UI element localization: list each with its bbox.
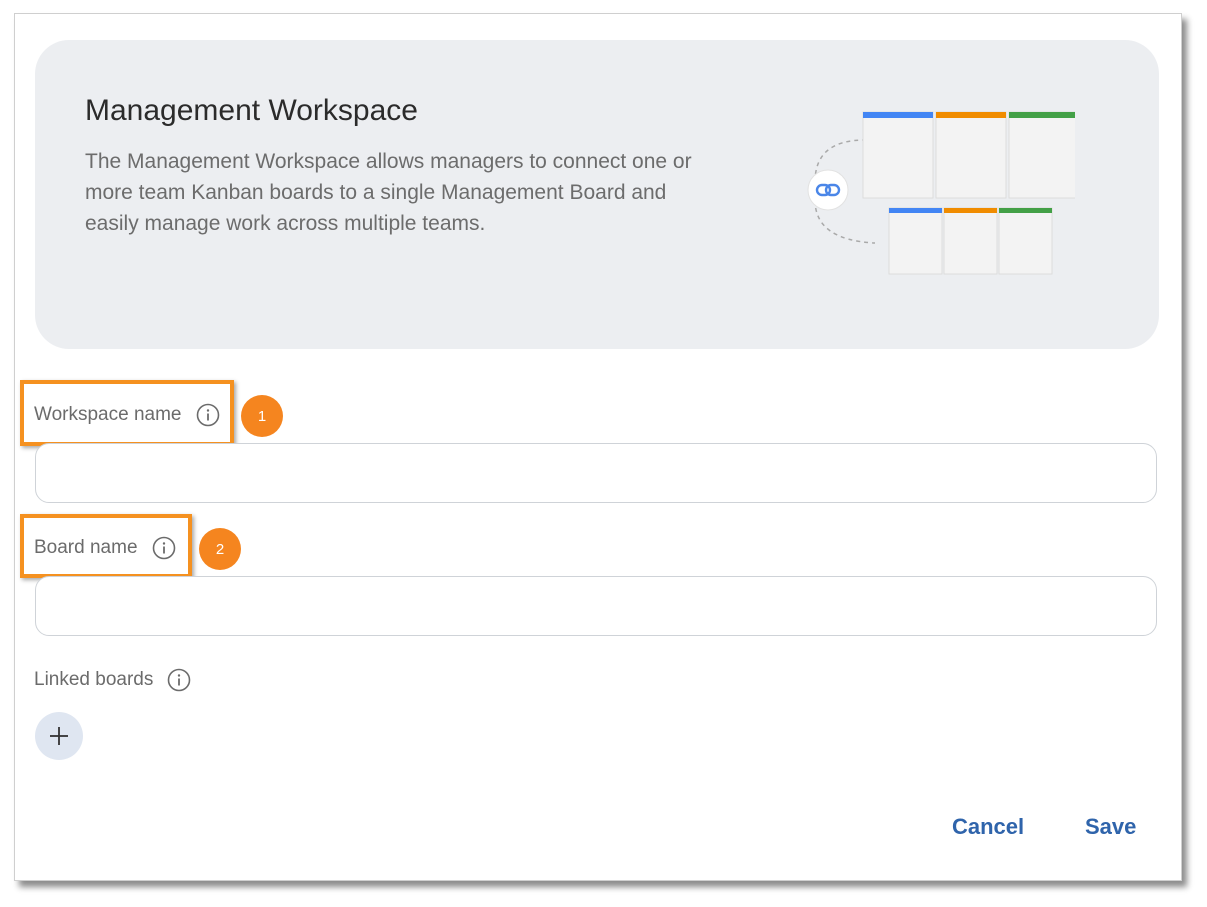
intro-banner: Management Workspace The Management Work…	[35, 40, 1159, 349]
step-marker-2: 2	[199, 528, 241, 570]
linked-boards-label: Linked boards	[34, 669, 154, 690]
board-name-label: Board name	[34, 537, 138, 558]
management-workspace-dialog: Management Workspace The Management Work…	[14, 13, 1182, 881]
info-icon[interactable]	[167, 668, 191, 692]
linked-boards-label-row: Linked boards	[34, 668, 191, 692]
board-name-label-row: Board name	[34, 536, 176, 560]
add-linked-board-button[interactable]	[35, 712, 83, 760]
info-icon[interactable]	[152, 536, 176, 560]
step-marker-1: 1	[241, 395, 283, 437]
kanban-illustration	[807, 111, 1075, 275]
banner-title: Management Workspace	[85, 94, 418, 127]
plus-icon	[50, 727, 68, 745]
management-board-graphic	[862, 111, 1075, 199]
board-name-input[interactable]	[35, 576, 1157, 636]
cancel-button[interactable]: Cancel	[952, 814, 1024, 840]
link-icon	[807, 169, 849, 211]
info-icon[interactable]	[196, 403, 220, 427]
workspace-name-label: Workspace name	[34, 404, 182, 425]
workspace-name-input[interactable]	[35, 443, 1157, 503]
banner-description: The Management Workspace allows managers…	[85, 150, 692, 235]
team-board-graphic	[888, 207, 1053, 275]
workspace-name-label-row: Workspace name	[34, 403, 220, 427]
save-button[interactable]: Save	[1085, 814, 1136, 840]
